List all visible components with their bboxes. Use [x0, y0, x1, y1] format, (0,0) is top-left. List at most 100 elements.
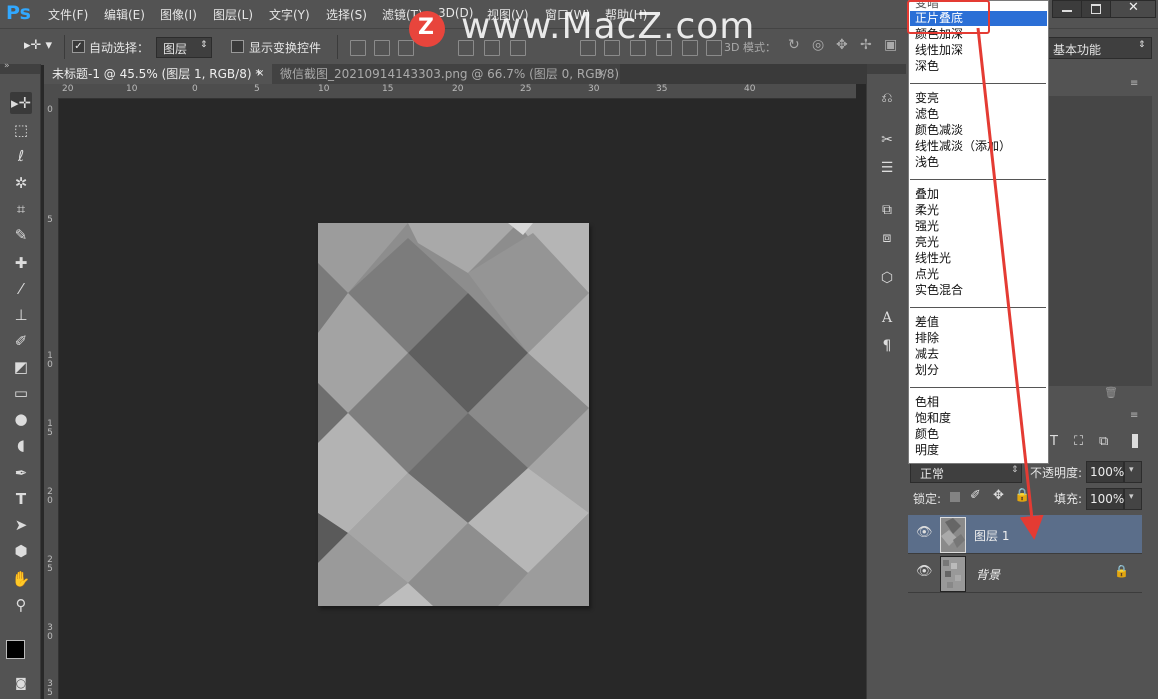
opacity-input[interactable]: 100%	[1086, 461, 1124, 483]
menu-edit[interactable]: 编辑(E)	[104, 6, 145, 23]
marquee-tool-icon[interactable]: ⬚	[10, 119, 32, 141]
layer-lock-icon: 🔒	[1114, 564, 1129, 578]
move-tool-preset-icon[interactable]: ▸✛ ▾	[24, 38, 52, 53]
maximize-button[interactable]	[1081, 0, 1111, 18]
brush-tool-icon[interactable]: ⁄	[10, 278, 32, 300]
fill-dropdown[interactable]: ▾	[1124, 488, 1142, 510]
3d-rotate-icon[interactable]: ↻	[788, 37, 800, 53]
tab-screenshot[interactable]: 微信截图_20210914143303.png @ 66.7% (图层 0, R…	[272, 64, 620, 84]
panel-menu-icon[interactable]: ≡	[1130, 78, 1138, 89]
3d-pan-icon[interactable]: ✥	[836, 37, 848, 53]
pen-tool-icon[interactable]: ✒	[10, 462, 32, 484]
document-tabs: 未标题-1 @ 45.5% (图层 1, RGB/8) * × 微信截图_202…	[44, 64, 866, 84]
filter-type-icon[interactable]: T	[1050, 434, 1058, 449]
auto-select-dropdown[interactable]: 图层 ⇕	[156, 37, 212, 58]
menu-layer[interactable]: 图层(L)	[213, 6, 253, 23]
divider	[337, 35, 338, 59]
clone-source-icon[interactable]: ⧉	[877, 200, 897, 220]
watermark-logo-letter: Z	[418, 15, 434, 40]
menu-type[interactable]: 文字(Y)	[269, 6, 310, 23]
3d-scale-icon[interactable]: ▣	[884, 37, 897, 53]
workspace-value: 基本功能	[1053, 43, 1102, 57]
tab-label: 微信截图_20210914143303.png @ 66.7% (图层 0, R…	[280, 67, 620, 81]
workspace-dropdown[interactable]: 基本功能 ⇕	[1047, 37, 1152, 59]
ruler-label: 3 5	[47, 679, 53, 698]
brush-presets-icon[interactable]: ☰	[877, 158, 897, 178]
watermark-logo: Z	[409, 11, 445, 47]
filter-smart-object-icon[interactable]: ⧉	[1099, 434, 1108, 449]
close-icon: ✕	[1128, 0, 1139, 15]
opacity-value: 100%	[1090, 465, 1125, 479]
trash-icon[interactable]: 🗑	[1104, 386, 1118, 399]
layers-panel-menu-icon[interactable]: ≡	[1130, 410, 1138, 421]
history-brush-icon[interactable]: ✐	[10, 330, 32, 352]
menu-file[interactable]: 文件(F)	[48, 6, 88, 23]
align-bottom-icon[interactable]	[398, 40, 414, 56]
ruler-vertical: 0 5 1 0 1 5 2 0 2 5 3 0 3 5	[44, 98, 59, 699]
eyedropper-icon[interactable]: ✎	[10, 224, 32, 246]
adjustments-panel: 🗑	[1046, 96, 1152, 399]
3d-roll-icon[interactable]: ◎	[812, 37, 824, 53]
double-chevron-icon: »	[4, 61, 10, 71]
tab-close-icon[interactable]: ×	[256, 64, 264, 84]
move-tool-icon[interactable]: ▸✛	[10, 92, 32, 114]
type-tool-icon[interactable]: T	[10, 488, 32, 510]
photoshop-logo: Ps	[6, 2, 31, 24]
shape-tool-icon[interactable]: ⬢	[10, 540, 32, 562]
ruler-label: 30	[588, 84, 600, 94]
ruler-label: 0	[192, 84, 198, 94]
chevron-updown-icon: ⇕	[200, 40, 208, 50]
tab-close-icon[interactable]: ×	[597, 64, 605, 84]
zoom-tool-icon[interactable]: ⚲	[10, 594, 32, 616]
menu-select[interactable]: 选择(S)	[326, 6, 367, 23]
3d-slide-icon[interactable]: ✢	[860, 37, 872, 53]
3d-panel-icon[interactable]: ⬡	[877, 268, 897, 288]
clone-stamp-icon[interactable]: ⊥	[10, 304, 32, 326]
foreground-color-swatch[interactable]	[6, 640, 25, 659]
tab-untitled-1[interactable]: 未标题-1 @ 45.5% (图层 1, RGB/8) * ×	[44, 64, 278, 84]
dodge-tool-icon[interactable]: ◖	[10, 434, 32, 456]
tool-presets-icon[interactable]: ⧈	[877, 228, 897, 248]
history-panel-icon[interactable]: ⎌	[877, 88, 897, 108]
opacity-dropdown[interactable]: ▾	[1124, 461, 1142, 483]
paragraph-panel-icon[interactable]: ¶	[877, 336, 897, 356]
gradient-tool-icon[interactable]: ▭	[10, 382, 32, 404]
crop-tool-icon[interactable]: ⌗	[10, 198, 32, 220]
character-panel-icon[interactable]: A	[877, 308, 897, 328]
brush-panel-icon[interactable]: ✂	[877, 130, 897, 150]
ruler-label: 35	[656, 84, 668, 94]
healing-brush-icon[interactable]: ✚	[10, 252, 32, 274]
ruler-label: 15	[382, 84, 394, 94]
layer-name[interactable]: 背景	[976, 566, 1000, 583]
path-select-icon[interactable]: ➤	[10, 514, 32, 536]
magic-wand-icon[interactable]: ✲	[10, 172, 32, 194]
auto-select-value: 图层	[163, 42, 188, 56]
fill-input[interactable]: 100%	[1086, 488, 1124, 510]
auto-select-label: 自动选择：	[89, 41, 150, 55]
show-transform-checkbox[interactable]	[231, 40, 244, 53]
fill-value: 100%	[1090, 492, 1125, 506]
hand-tool-icon[interactable]: ✋	[10, 568, 32, 590]
tab-label: 未标题-1 @ 45.5% (图层 1, RGB/8) *	[52, 67, 262, 81]
quick-mask-icon[interactable]: ◙	[10, 672, 32, 694]
show-transform-label: 显示变换控件	[249, 41, 322, 55]
blur-tool-icon[interactable]: ●	[10, 408, 32, 430]
close-button[interactable]: ✕	[1110, 0, 1156, 18]
align-top-icon[interactable]	[350, 40, 366, 56]
panel-collapse-bar[interactable]: »	[0, 61, 40, 74]
layer-thumbnail	[940, 556, 966, 592]
document-canvas[interactable]	[318, 223, 589, 606]
ruler-label: 5	[47, 215, 53, 225]
filter-shape-icon[interactable]: ⛶	[1074, 434, 1083, 449]
filter-toggle-icon[interactable]	[1132, 434, 1138, 448]
align-vcenter-icon[interactable]	[374, 40, 390, 56]
ruler-label: 1 0	[47, 351, 53, 370]
lasso-tool-icon[interactable]: ℓ	[10, 145, 32, 167]
eye-icon[interactable]: 👁	[916, 564, 933, 579]
eraser-tool-icon[interactable]: ◩	[10, 356, 32, 378]
minimize-button[interactable]	[1052, 0, 1082, 18]
ruler-label: 25	[520, 84, 532, 94]
auto-select-checkbox[interactable]: ✓	[72, 40, 85, 53]
menu-image[interactable]: 图像(I)	[160, 6, 197, 23]
canvas-artwork	[318, 223, 589, 606]
